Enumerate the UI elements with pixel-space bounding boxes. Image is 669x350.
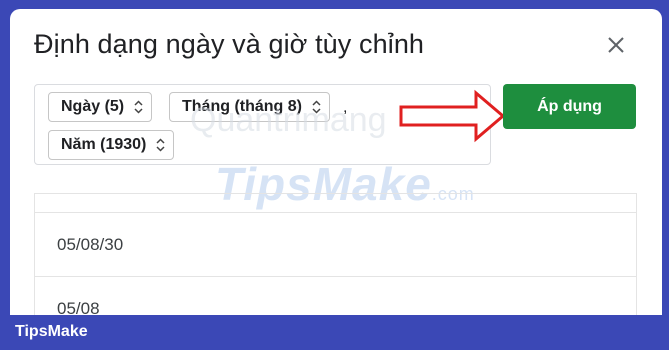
day-chip-label: Ngày (5) <box>61 98 125 115</box>
custom-date-time-dialog: Định dạng ngày và giờ tùy chỉnh Ngày (5)… <box>10 9 662 315</box>
year-chip-label: Năm (1930) <box>61 136 147 153</box>
format-preview-list: 05/08/30 05/08 <box>34 193 637 315</box>
list-item[interactable]: 05/08/30 <box>35 235 636 255</box>
list-item[interactable]: 05/08 <box>35 299 636 315</box>
dialog-title: Định dạng ngày và giờ tùy chỉnh <box>34 29 425 59</box>
list-divider <box>35 276 636 277</box>
chevron-updown-icon <box>134 100 143 114</box>
apply-button[interactable]: Áp dụng <box>503 84 636 129</box>
watermark-quantrimang: Quantrimang <box>190 101 387 139</box>
day-format-chip[interactable]: Ngày (5) <box>48 92 153 122</box>
list-divider <box>35 212 636 213</box>
footer-bar: TipsMake <box>0 315 669 350</box>
chevron-updown-icon <box>156 138 165 152</box>
close-icon[interactable] <box>606 35 626 55</box>
year-format-chip[interactable]: Năm (1930) <box>48 130 175 160</box>
footer-brand: TipsMake <box>15 323 88 340</box>
red-arrow-annotation <box>399 89 506 143</box>
